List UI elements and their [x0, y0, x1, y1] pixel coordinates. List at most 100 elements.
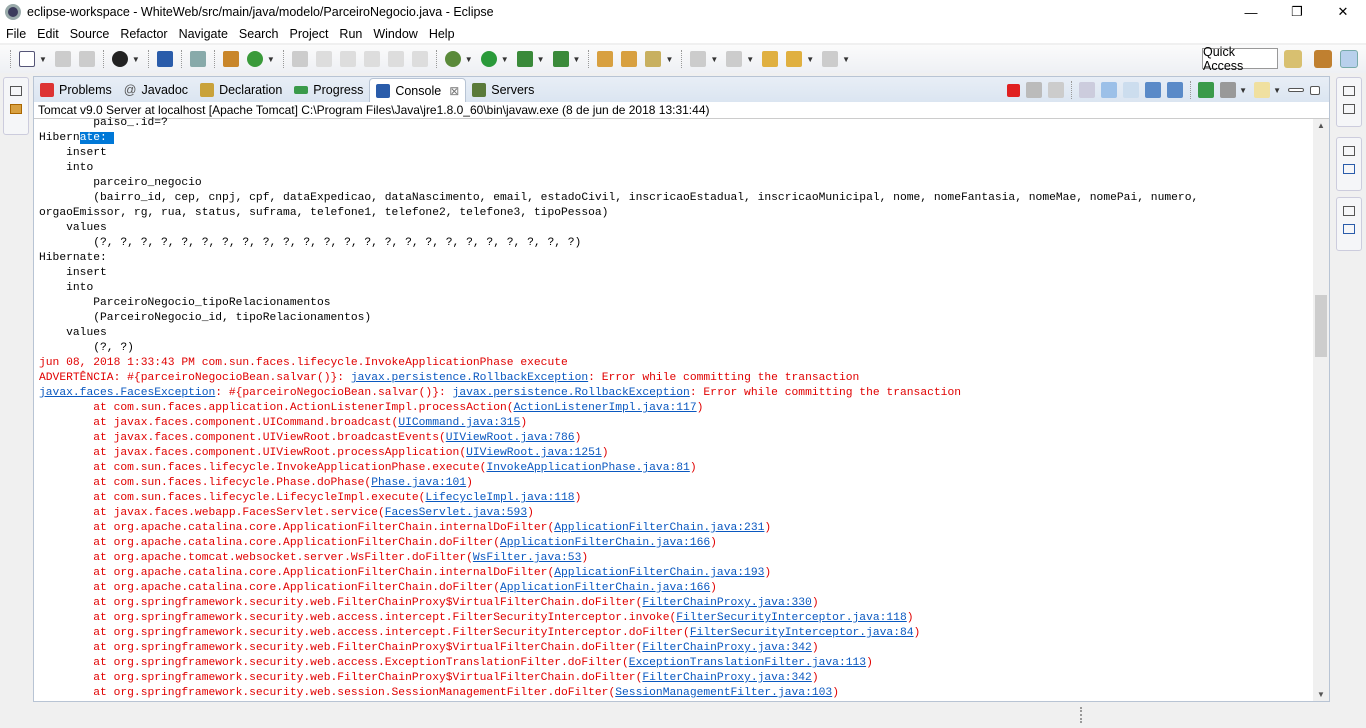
palette-icon[interactable]: [1343, 224, 1355, 234]
console-output[interactable]: paiso_.id=? Hibernate: insert into parcei…: [34, 116, 1314, 698]
run-icon[interactable]: [480, 51, 497, 67]
remove-all-terminated-icon[interactable]: [1048, 82, 1065, 98]
new-package-icon[interactable]: [222, 51, 239, 67]
close-button[interactable]: ✕: [1320, 0, 1366, 24]
show-whitespace-icon[interactable]: [411, 51, 428, 67]
prev-annotation-icon[interactable]: [726, 51, 743, 67]
open-type-icon[interactable]: [597, 51, 614, 67]
scroll-lock-icon[interactable]: [1101, 82, 1118, 98]
menu-project[interactable]: Project: [290, 27, 329, 41]
package-explorer-icon[interactable]: [10, 104, 22, 114]
stack-trace-link[interactable]: ExceptionTranslationFilter.java:113: [629, 657, 866, 669]
last-edit-icon[interactable]: [762, 51, 779, 67]
menu-refactor[interactable]: Refactor: [120, 27, 167, 41]
close-tab-icon[interactable]: ⊠: [449, 84, 459, 98]
display-console-icon[interactable]: [1220, 82, 1237, 98]
stack-trace-link[interactable]: UICommand.java:315: [398, 417, 520, 429]
menu-window[interactable]: Window: [373, 27, 417, 41]
open-perspective-icon[interactable]: [1284, 50, 1302, 68]
tab-progress[interactable]: Progress: [288, 78, 369, 102]
new-icon[interactable]: [19, 51, 35, 67]
skip-breakpoints-icon[interactable]: [189, 51, 206, 67]
stack-trace-link[interactable]: ApplicationFilterChain.java:166: [500, 537, 710, 549]
stack-trace-link[interactable]: WsFilter.java:53: [473, 552, 581, 564]
stack-trace-link[interactable]: Phase.java:101: [371, 477, 466, 489]
stack-trace-link[interactable]: InvokeApplicationPhase.java:81: [486, 462, 689, 474]
stack-trace-link[interactable]: ApplicationFilterChain.java:166: [500, 582, 710, 594]
edit-icon[interactable]: [315, 51, 332, 67]
search-icon[interactable]: [645, 51, 662, 67]
scroll-up-arrow[interactable]: ▲: [1313, 121, 1329, 130]
forward-icon[interactable]: [822, 51, 839, 67]
block-selection-icon[interactable]: [363, 51, 380, 67]
tab-problems[interactable]: Problems: [34, 78, 118, 102]
save-icon[interactable]: [54, 51, 71, 67]
debug-icon[interactable]: [444, 51, 461, 67]
menu-file[interactable]: File: [6, 27, 26, 41]
tab-console[interactable]: Console ⊠: [369, 78, 467, 102]
stack-trace-link[interactable]: FacesServlet.java:593: [385, 507, 527, 519]
restore-icon[interactable]: [1343, 206, 1355, 216]
stack-trace-link[interactable]: javax.faces.FacesException: [39, 387, 215, 399]
next-annotation-icon[interactable]: [690, 51, 707, 67]
coverage-icon[interactable]: [516, 51, 533, 67]
vertical-scrollbar[interactable]: ▲ ▼: [1313, 119, 1329, 701]
stack-trace-link[interactable]: SessionManagementFilter.java:103: [615, 687, 832, 698]
word-wrap-icon[interactable]: [1123, 82, 1140, 98]
show-on-stdout-icon[interactable]: [1145, 82, 1162, 98]
task-list-icon[interactable]: [1343, 104, 1355, 114]
restore-button[interactable]: ❐: [1274, 0, 1320, 24]
minimize-button[interactable]: —: [1228, 0, 1274, 24]
stack-trace-link[interactable]: ApplicationFilterChain.java:193: [554, 567, 764, 579]
menu-navigate[interactable]: Navigate: [179, 27, 228, 41]
save-all-icon[interactable]: [78, 51, 95, 67]
tab-servers[interactable]: Servers: [466, 78, 540, 102]
restore-icon[interactable]: [1343, 86, 1355, 96]
tab-declaration[interactable]: Declaration: [194, 78, 288, 102]
stack-trace-link[interactable]: ApplicationFilterChain.java:231: [554, 522, 764, 534]
menu-run[interactable]: Run: [339, 27, 362, 41]
terminal-icon[interactable]: [156, 51, 173, 67]
pin-console-icon[interactable]: [1198, 82, 1215, 98]
menu-source[interactable]: Source: [70, 27, 110, 41]
menu-edit[interactable]: Edit: [37, 27, 59, 41]
annotation-icon[interactable]: [339, 51, 356, 67]
open-task-icon[interactable]: [621, 51, 638, 67]
toggle-mark-icon[interactable]: [291, 51, 308, 67]
quick-access-input[interactable]: Quick Access: [1202, 45, 1278, 73]
tab-javadoc[interactable]: @ Javadoc: [118, 78, 194, 102]
stack-trace-link[interactable]: javax.persistence.RollbackException: [453, 387, 690, 399]
stack-trace-link[interactable]: FilterChainProxy.java:330: [642, 597, 811, 609]
restore-icon[interactable]: [1343, 146, 1355, 156]
console-line: at org.springframework.security.web.acce…: [39, 626, 1314, 641]
java-ee-perspective-icon[interactable]: [1314, 50, 1332, 68]
stack-trace-link[interactable]: LifecycleImpl.java:118: [425, 492, 574, 504]
show-on-stderr-icon[interactable]: [1167, 82, 1184, 98]
terminate-icon[interactable]: [1007, 83, 1021, 97]
open-console-icon[interactable]: [1254, 82, 1271, 98]
stack-trace-link[interactable]: FilterChainProxy.java:342: [642, 642, 811, 654]
java-perspective-icon[interactable]: [1340, 50, 1358, 68]
stack-trace-link[interactable]: javax.persistence.RollbackException: [351, 372, 588, 384]
restore-icon[interactable]: [10, 86, 22, 96]
clear-console-icon[interactable]: [1079, 82, 1096, 98]
stack-trace-link[interactable]: UIViewRoot.java:1251: [466, 447, 602, 459]
scroll-down-arrow[interactable]: ▼: [1313, 690, 1329, 699]
minimize-view-icon[interactable]: [1288, 88, 1304, 92]
new-class-icon[interactable]: [246, 51, 263, 67]
remove-launch-icon[interactable]: [1026, 82, 1043, 98]
maximize-view-icon[interactable]: [1310, 85, 1320, 95]
stack-trace-link[interactable]: FilterSecurityInterceptor.java:84: [690, 627, 914, 639]
menu-help[interactable]: Help: [429, 27, 455, 41]
back-icon[interactable]: [786, 51, 803, 67]
scrollbar-thumb[interactable]: [1315, 295, 1327, 357]
account-icon[interactable]: [111, 51, 128, 67]
outline-icon[interactable]: [1343, 164, 1355, 174]
menu-search[interactable]: Search: [239, 27, 279, 41]
external-tools-icon[interactable]: [552, 51, 569, 67]
stack-trace-link[interactable]: FilterChainProxy.java:342: [642, 672, 811, 684]
stack-trace-link[interactable]: ActionListenerImpl.java:117: [514, 402, 697, 414]
stack-trace-link[interactable]: UIViewRoot.java:786: [446, 432, 575, 444]
word-wrap-icon[interactable]: [387, 51, 404, 67]
stack-trace-link[interactable]: FilterSecurityInterceptor.java:118: [676, 612, 907, 624]
